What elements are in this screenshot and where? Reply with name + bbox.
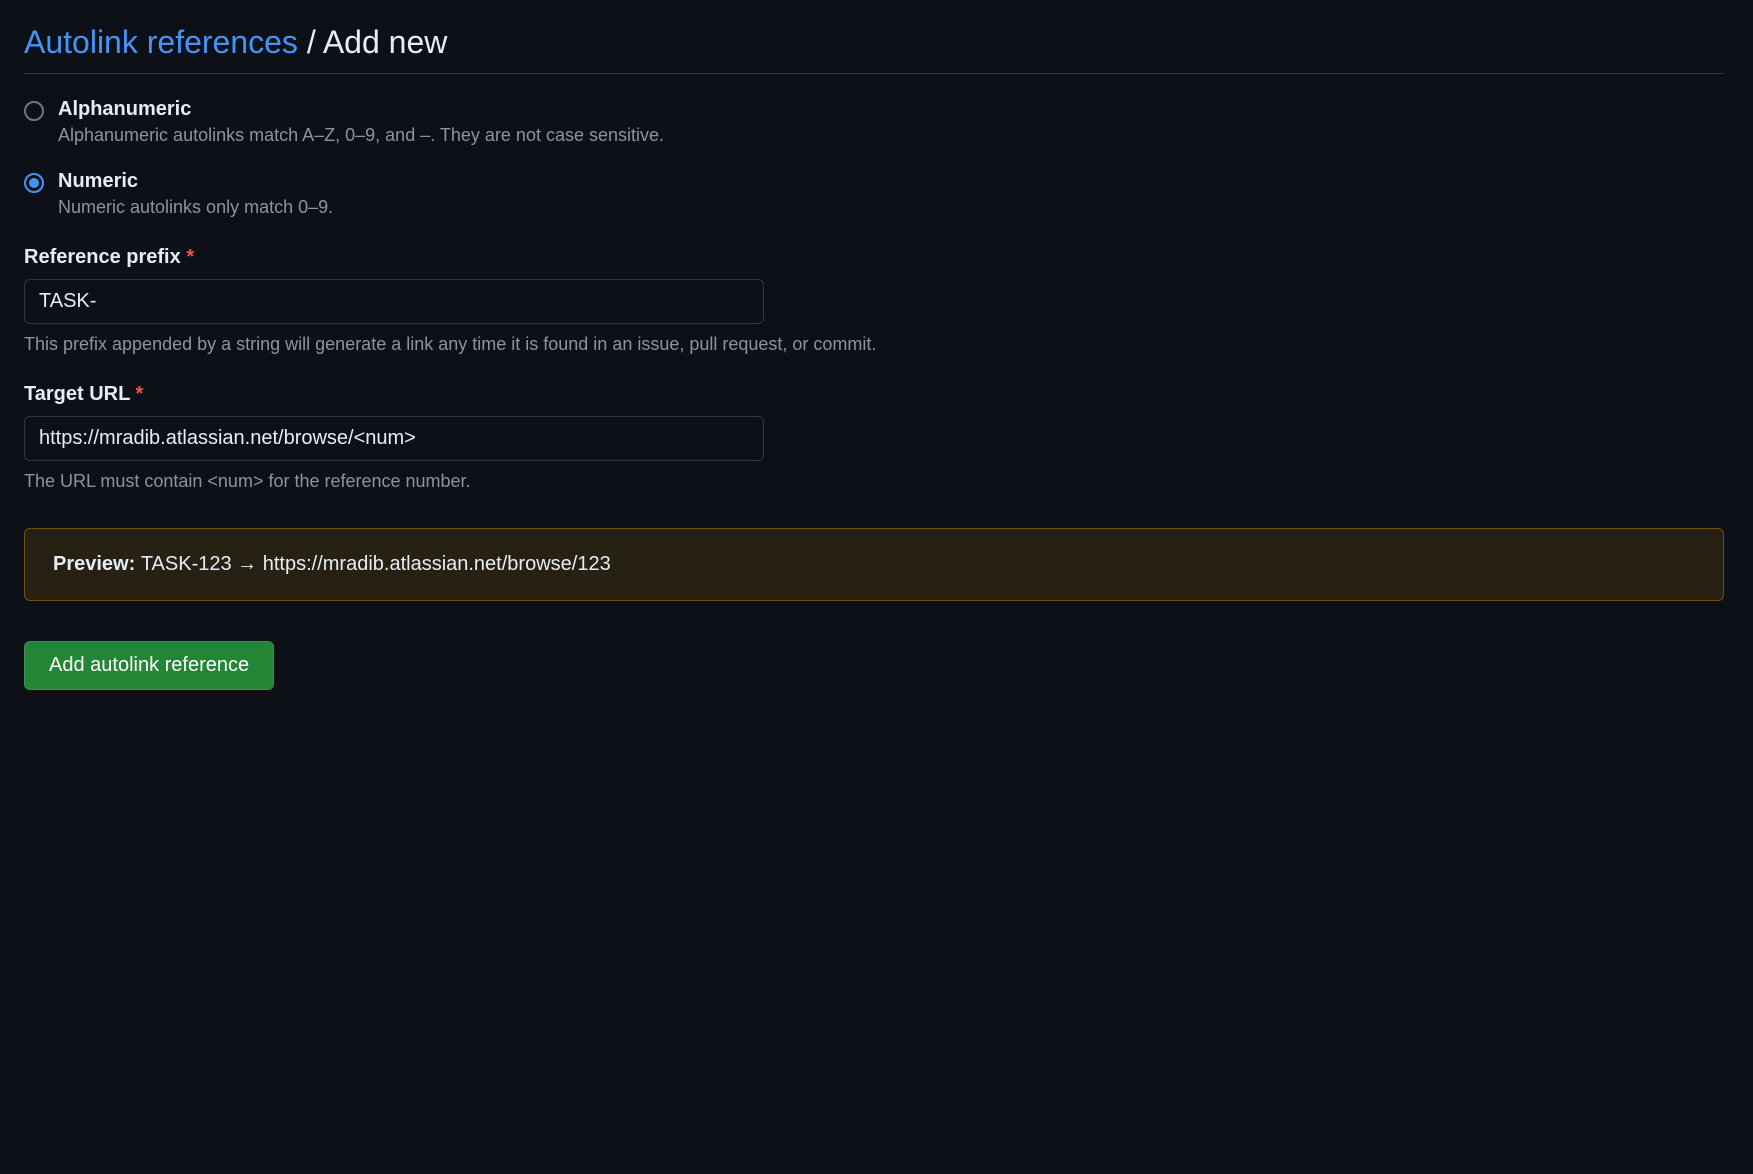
label-text: Target URL — [24, 383, 130, 405]
required-star-icon: * — [136, 383, 144, 405]
reference-prefix-help: This prefix appended by a string will ge… — [24, 334, 1724, 355]
target-url-input[interactable] — [24, 416, 764, 461]
page-header: Autolink references / Add new — [24, 24, 1724, 74]
radio-content: Numeric Numeric autolinks only match 0–9… — [58, 170, 1724, 218]
preview-value: TASK-123 → https://mradib.atlassian.net/… — [141, 553, 611, 575]
target-url-label: Target URL * — [24, 383, 1724, 406]
page-title: Autolink references / Add new — [24, 24, 1724, 61]
reference-prefix-label: Reference prefix * — [24, 246, 1724, 269]
reference-prefix-input[interactable] — [24, 279, 764, 324]
target-url-group: Target URL * The URL must contain <num> … — [24, 383, 1724, 492]
radio-desc-alphanumeric: Alphanumeric autolinks match A–Z, 0–9, a… — [58, 125, 1724, 146]
preview-box: Preview: TASK-123 → https://mradib.atlas… — [24, 528, 1724, 601]
label-text: Reference prefix — [24, 246, 181, 268]
radio-content: Alphanumeric Alphanumeric autolinks matc… — [58, 98, 1724, 146]
preview-label: Preview: — [53, 553, 141, 575]
required-star-icon: * — [186, 246, 194, 268]
add-autolink-button[interactable]: Add autolink reference — [24, 641, 274, 690]
radio-label-numeric: Numeric — [58, 170, 1724, 193]
radio-icon — [24, 101, 44, 121]
reference-prefix-group: Reference prefix * This prefix appended … — [24, 246, 1724, 355]
radio-icon — [24, 173, 44, 193]
target-url-help: The URL must contain <num> for the refer… — [24, 471, 1724, 492]
radio-desc-numeric: Numeric autolinks only match 0–9. — [58, 197, 1724, 218]
breadcrumb-link[interactable]: Autolink references — [24, 24, 298, 60]
radio-label-alphanumeric: Alphanumeric — [58, 98, 1724, 121]
radio-option-alphanumeric[interactable]: Alphanumeric Alphanumeric autolinks matc… — [24, 98, 1724, 146]
breadcrumb-separator: / — [298, 24, 323, 60]
radio-option-numeric[interactable]: Numeric Numeric autolinks only match 0–9… — [24, 170, 1724, 218]
autolink-type-radio-group: Alphanumeric Alphanumeric autolinks matc… — [24, 98, 1724, 218]
breadcrumb-current: Add new — [323, 24, 448, 60]
